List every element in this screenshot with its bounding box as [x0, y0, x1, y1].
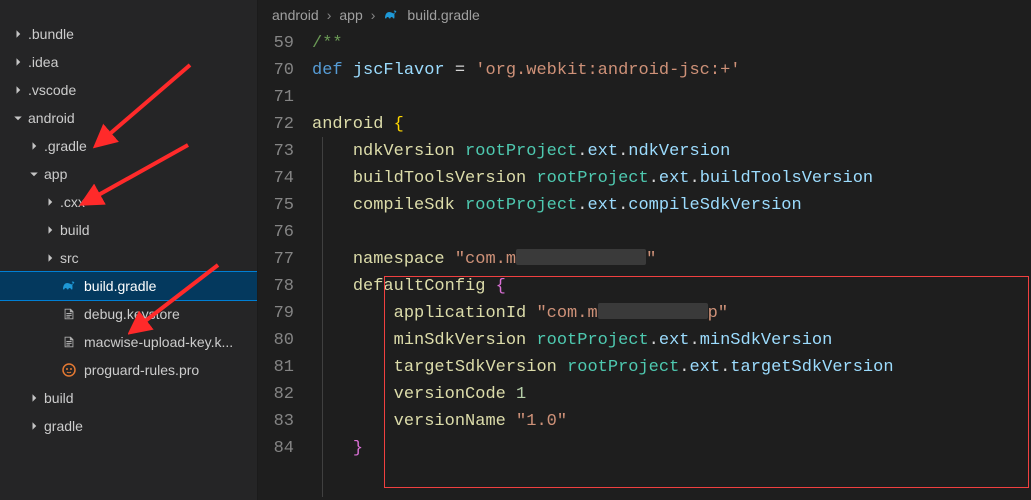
code-line[interactable]: minSdkVersion rootProject.ext.minSdkVers…: [312, 327, 1031, 354]
code-line[interactable]: versionName "1.0": [312, 408, 1031, 435]
code-line[interactable]: [312, 219, 1031, 246]
tree-item-label: .idea: [28, 54, 58, 70]
folder-item[interactable]: build: [0, 384, 257, 412]
folder-item[interactable]: .bundle: [0, 20, 257, 48]
chevron-right-icon: [42, 250, 58, 266]
chevron-right-icon: [26, 418, 42, 434]
code-line[interactable]: applicationId "com.mp": [312, 300, 1031, 327]
folder-item[interactable]: android: [0, 104, 257, 132]
proguard-icon: [60, 361, 78, 379]
chevron-right-icon: ›: [371, 7, 376, 23]
code-line[interactable]: namespace "com.m": [312, 246, 1031, 273]
chevron-right-icon: ›: [327, 7, 332, 23]
code-line[interactable]: targetSdkVersion rootProject.ext.targetS…: [312, 354, 1031, 381]
file-item[interactable]: macwise-upload-key.k...: [0, 328, 257, 356]
tree-item-label: .cxx: [60, 194, 85, 210]
file-item[interactable]: debug.keystore: [0, 300, 257, 328]
file-item[interactable]: proguard-rules.pro: [0, 356, 257, 384]
line-number: 78: [258, 273, 294, 300]
folder-item[interactable]: build: [0, 216, 257, 244]
tree-item-label: src: [60, 250, 79, 266]
code-editor[interactable]: 59707172737475767778798081828384 /**def …: [258, 30, 1031, 500]
code-line[interactable]: def jscFlavor = 'org.webkit:android-jsc:…: [312, 57, 1031, 84]
line-number: 84: [258, 435, 294, 462]
line-number: 75: [258, 192, 294, 219]
folder-item[interactable]: .cxx: [0, 188, 257, 216]
tree-item-label: android: [28, 110, 75, 126]
line-gutter: 59707172737475767778798081828384: [258, 30, 312, 500]
tree-item-label: proguard-rules.pro: [84, 362, 199, 378]
line-number: 80: [258, 327, 294, 354]
code-line[interactable]: }: [312, 435, 1031, 462]
tree-item-label: gradle: [44, 418, 83, 434]
tree-item-label: debug.keystore: [84, 306, 180, 322]
editor-pane: android › app › build.gradle 59707172737…: [258, 0, 1031, 500]
line-number: 74: [258, 165, 294, 192]
tree-item-label: app: [44, 166, 67, 182]
folder-item[interactable]: .vscode: [0, 76, 257, 104]
folder-item[interactable]: .gradle: [0, 132, 257, 160]
folder-item[interactable]: .idea: [0, 48, 257, 76]
line-number: 70: [258, 57, 294, 84]
chevron-right-icon: [10, 54, 26, 70]
code-content[interactable]: /**def jscFlavor = 'org.webkit:android-j…: [312, 30, 1031, 500]
code-line[interactable]: ndkVersion rootProject.ext.ndkVersion: [312, 138, 1031, 165]
tree-item-label: macwise-upload-key.k...: [84, 334, 233, 350]
file-icon: [60, 305, 78, 323]
folder-item[interactable]: src: [0, 244, 257, 272]
code-line[interactable]: compileSdk rootProject.ext.compileSdkVer…: [312, 192, 1031, 219]
line-number: 82: [258, 381, 294, 408]
line-number: 79: [258, 300, 294, 327]
line-number: 72: [258, 111, 294, 138]
line-number: 59: [258, 30, 294, 57]
line-number: 73: [258, 138, 294, 165]
code-line[interactable]: /**: [312, 30, 1031, 57]
code-line[interactable]: [312, 84, 1031, 111]
tree-item-label: .bundle: [28, 26, 74, 42]
folder-item[interactable]: gradle: [0, 412, 257, 440]
chevron-right-icon: [42, 194, 58, 210]
code-line[interactable]: defaultConfig {: [312, 273, 1031, 300]
breadcrumb[interactable]: android › app › build.gradle: [258, 0, 1031, 30]
app-root: .bundle .idea .vscode android .gradle app .cxx…: [0, 0, 1031, 500]
chevron-right-icon: [42, 222, 58, 238]
tree-item-label: build: [60, 222, 90, 238]
tree-item-label: build.gradle: [84, 278, 156, 294]
breadcrumb-part[interactable]: android: [272, 7, 319, 23]
indent-guide: [322, 137, 323, 497]
chevron-right-icon: [26, 138, 42, 154]
file-item[interactable]: build.gradle: [0, 272, 257, 300]
gradle-icon: [60, 277, 78, 295]
chevron-down-icon: [10, 110, 26, 126]
code-line[interactable]: android {: [312, 111, 1031, 138]
breadcrumb-part[interactable]: build.gradle: [407, 7, 479, 23]
tree-item-label: .gradle: [44, 138, 87, 154]
folder-item[interactable]: app: [0, 160, 257, 188]
line-number: 81: [258, 354, 294, 381]
tree-item-label: .vscode: [28, 82, 76, 98]
chevron-down-icon: [26, 166, 42, 182]
chevron-right-icon: [26, 390, 42, 406]
file-icon: [60, 333, 78, 351]
gradle-icon: [383, 7, 399, 23]
code-line[interactable]: buildToolsVersion rootProject.ext.buildT…: [312, 165, 1031, 192]
line-number: 77: [258, 246, 294, 273]
chevron-right-icon: [10, 82, 26, 98]
line-number: 71: [258, 84, 294, 111]
line-number: 76: [258, 219, 294, 246]
tree-item-label: build: [44, 390, 74, 406]
line-number: 83: [258, 408, 294, 435]
file-explorer[interactable]: .bundle .idea .vscode android .gradle app .cxx…: [0, 0, 258, 500]
code-line[interactable]: versionCode 1: [312, 381, 1031, 408]
chevron-right-icon: [10, 26, 26, 42]
breadcrumb-part[interactable]: app: [339, 7, 362, 23]
